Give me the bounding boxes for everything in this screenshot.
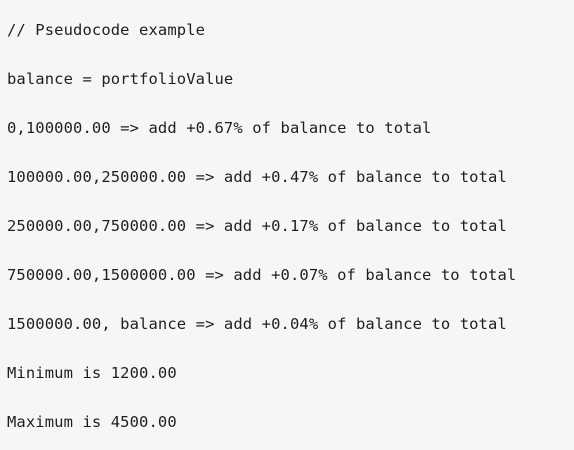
code-line-tier-3: 250000.00,750000.00 => add +0.17% of bal… <box>7 217 507 235</box>
code-line-tier-1: 0,100000.00 => add +0.67% of balance to … <box>7 119 432 137</box>
code-line-tier-5: 1500000.00, balance => add +0.04% of bal… <box>7 315 507 333</box>
code-comment-line: // Pseudocode example <box>7 21 206 39</box>
code-line-balance-assignment: balance = portfolioValue <box>7 70 234 88</box>
code-line-maximum: Maximum is 4500.00 <box>7 413 177 431</box>
code-line-tier-2: 100000.00,250000.00 => add +0.47% of bal… <box>7 168 507 186</box>
code-block: // Pseudocode example balance = portfoli… <box>0 0 574 450</box>
code-line-minimum: Minimum is 1200.00 <box>7 364 177 382</box>
code-line-tier-4: 750000.00,1500000.00 => add +0.07% of ba… <box>7 266 517 284</box>
